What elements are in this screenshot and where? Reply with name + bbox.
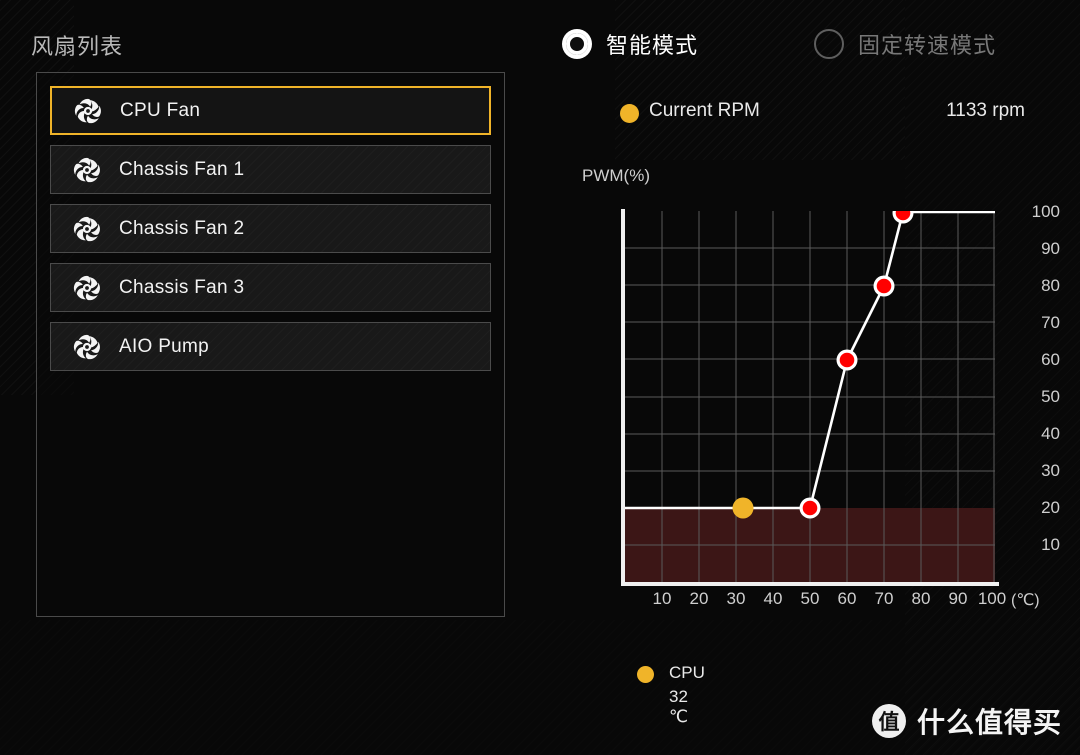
x-tick-label: 20 xyxy=(689,589,709,608)
sidebar-item-label: Chassis Fan 2 xyxy=(119,217,245,239)
watermark-logo-icon: 值 xyxy=(871,704,906,738)
x-tick-label: 80 xyxy=(911,589,931,608)
cpu-legend-temp: 32 ℃ xyxy=(669,687,689,726)
y-tick-label: 10 xyxy=(1041,535,1060,554)
radio-fixed-speed-mode[interactable]: 固定转速模式 xyxy=(814,28,996,60)
x-tick-label: 10 xyxy=(652,589,672,608)
fan-icon xyxy=(72,273,102,303)
current-rpm-value: 1133 rpm xyxy=(946,100,1025,121)
radio-unselected-icon xyxy=(814,29,844,59)
current-rpm-label: Current RPM xyxy=(649,100,760,121)
sidebar-item-aio-pump[interactable]: AIO Pump xyxy=(50,322,491,371)
x-tick-label: 50 xyxy=(800,589,820,608)
x-tick-label: 40 xyxy=(763,589,783,608)
plot-area[interactable] xyxy=(621,209,999,586)
y-tick-label: 60 xyxy=(1041,350,1060,369)
sidebar-item-label: Chassis Fan 3 xyxy=(119,276,245,298)
x-tick-label: 30 xyxy=(726,589,746,608)
x-axis-line xyxy=(621,582,999,586)
watermark-text: 什么值得买 xyxy=(916,707,1062,738)
y-tick-label: 50 xyxy=(1041,387,1060,406)
radio-smart-mode-label: 智能模式 xyxy=(606,33,699,58)
x-tick-label: 60 xyxy=(837,589,857,608)
x-tick-label: 70 xyxy=(874,589,894,608)
sidebar-item-chassis-fan-2[interactable]: Chassis Fan 2 xyxy=(50,204,491,253)
radio-fixed-speed-mode-label: 固定转速模式 xyxy=(858,33,997,58)
cpu-legend-name: CPU xyxy=(669,663,705,682)
y-tick-label: 20 xyxy=(1041,498,1060,517)
fan-icon xyxy=(73,96,103,126)
current-rpm-row: Current RPM 1133 rpm xyxy=(620,100,1025,128)
y-axis-line xyxy=(621,209,625,584)
background-texture-center xyxy=(615,0,905,160)
watermark: 值 什么值得买 xyxy=(871,701,1062,741)
fan-icon xyxy=(72,332,102,362)
sidebar-item-cpu-fan[interactable]: CPU Fan xyxy=(50,86,491,135)
radio-smart-mode[interactable]: 智能模式 xyxy=(562,28,698,60)
radio-selected-icon xyxy=(562,29,592,59)
fan-icon xyxy=(72,155,102,185)
y-tick-label: 70 xyxy=(1041,313,1060,332)
x-tick-label: 100 xyxy=(977,589,1007,608)
sidebar-item-chassis-fan-1[interactable]: Chassis Fan 1 xyxy=(50,145,491,194)
y-tick-label: 100 xyxy=(1031,202,1060,221)
y-axis-title: PWM(%) xyxy=(582,166,650,185)
sidebar-item-label: Chassis Fan 1 xyxy=(119,158,245,180)
page-title: 风扇列表 xyxy=(31,34,124,59)
sidebar-item-chassis-fan-3[interactable]: Chassis Fan 3 xyxy=(50,263,491,312)
fan-curve-chart[interactable]: PWM(%) 100 90 80 70 60 50 40 30 20 10 10… xyxy=(560,160,1060,630)
y-tick-label: 40 xyxy=(1041,424,1060,443)
y-tick-label: 90 xyxy=(1041,239,1060,258)
x-axis-unit-label: (℃) xyxy=(1011,592,1040,609)
rpm-bullet-icon xyxy=(620,104,639,123)
sidebar-item-label: CPU Fan xyxy=(120,99,201,121)
fan-icon xyxy=(72,214,102,244)
cpu-bullet-icon xyxy=(637,666,654,683)
sidebar-item-label: AIO Pump xyxy=(119,335,210,357)
fan-list: CPU Fan Chassis Fan 1 Chassis Fan 2 Chas… xyxy=(50,86,491,381)
y-tick-label: 30 xyxy=(1041,461,1060,480)
y-tick-label: 80 xyxy=(1041,276,1060,295)
